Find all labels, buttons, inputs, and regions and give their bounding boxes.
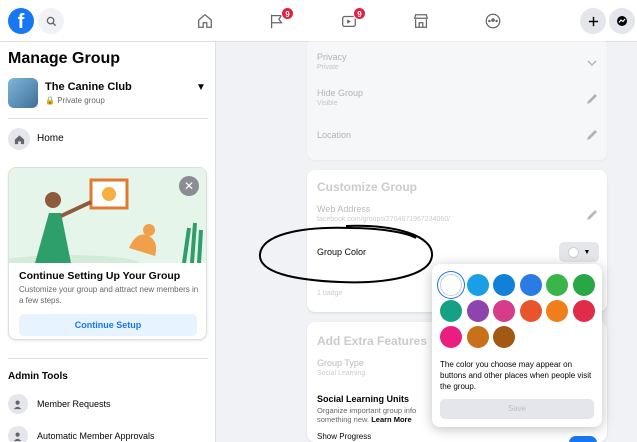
setup-illustration [9, 168, 206, 271]
pencil-icon[interactable] [585, 128, 599, 142]
caret-down-icon: ▼ [583, 248, 591, 256]
create-button[interactable] [580, 8, 606, 34]
hide-group-value: Visible [317, 100, 338, 107]
badges-value: 1 badge [317, 290, 343, 297]
pages-notification-badge: 9 [281, 7, 294, 20]
group-type-label: Group Type [317, 358, 364, 368]
home-icon [14, 134, 24, 144]
facebook-logo[interactable]: f [8, 8, 34, 34]
color-swatch[interactable] [493, 274, 515, 296]
basic-settings-card: Privacy Private Hide Group Visible Locat… [307, 38, 607, 160]
sidebar-item-label: Member Requests [37, 399, 111, 409]
color-swatch[interactable] [440, 326, 462, 348]
continue-setup-button[interactable]: Continue Setup [19, 314, 197, 336]
location-setting[interactable]: Location [317, 130, 351, 140]
watch-nav-tab[interactable]: 9 [338, 7, 366, 32]
location-label: Location [317, 130, 352, 140]
sidebar-item-home[interactable]: Home [37, 133, 64, 144]
social-learning-desc2: something new. [317, 415, 370, 424]
group-name[interactable]: The Canine Club [45, 81, 132, 93]
color-swatch[interactable] [572, 300, 595, 322]
marketplace-nav-tab[interactable] [410, 10, 432, 32]
divider [8, 118, 208, 119]
color-picker-popup: The color you choose may appear on butto… [432, 264, 602, 427]
setup-card-title: Continue Setting Up Your Group [19, 270, 181, 282]
plus-icon [588, 16, 598, 26]
social-learning-description: Organize important group info [317, 406, 417, 415]
privacy-setting[interactable]: Privacy Private [317, 52, 347, 71]
home-icon [198, 13, 212, 28]
lock-icon: 🔒 [45, 96, 58, 105]
divider [8, 358, 208, 359]
social-learning-description-2: something new. Learn More [317, 415, 416, 424]
manage-group-sidebar: Manage Group The Canine Club 🔒 Private g… [0, 42, 216, 442]
show-progress-toggle[interactable] [569, 436, 597, 442]
color-swatch[interactable] [519, 274, 542, 296]
extra-features-title: Add Extra Features [317, 334, 428, 348]
group-type-setting[interactable]: Group Type Social Learning [317, 358, 365, 377]
group-type-value: Social Learning [317, 370, 366, 377]
search-button[interactable] [38, 8, 64, 34]
sidebar-title: Manage Group [8, 50, 121, 67]
sidebar-item-home-icon[interactable] [8, 128, 30, 150]
web-address-value: facebook.com/groups/2704671967234060/ [317, 216, 451, 223]
pencil-icon[interactable] [585, 92, 599, 106]
color-swatch[interactable] [493, 300, 515, 322]
selected-color-swatch [567, 246, 579, 258]
search-icon [46, 16, 56, 26]
color-swatch[interactable] [440, 274, 462, 296]
sidebar-item-member-requests[interactable]: Member Requests [8, 394, 111, 414]
pencil-icon[interactable] [585, 208, 599, 222]
group-color-dropdown[interactable]: ▼ [559, 242, 599, 262]
color-swatch[interactable] [440, 300, 462, 322]
close-icon[interactable]: ✕ [179, 176, 199, 196]
color-swatch[interactable] [519, 300, 542, 322]
groups-nav-tab[interactable] [482, 10, 504, 32]
privacy-label: Privacy [317, 52, 347, 62]
home-nav-tab[interactable] [194, 10, 216, 32]
color-swatch[interactable] [466, 300, 489, 322]
customize-group-title: Customize Group [317, 180, 418, 194]
group-color-setting: Group Color [317, 247, 366, 257]
groups-icon [485, 13, 501, 29]
web-address-label: Web Address [317, 204, 371, 214]
shop-icon [413, 14, 429, 28]
messenger-icon [617, 16, 627, 26]
person-check-icon [8, 426, 28, 442]
color-picker-note: The color you choose may appear on butto… [440, 360, 592, 391]
web-address-setting[interactable]: Web Address facebook.com/groups/27046719… [317, 204, 450, 223]
sidebar-item-automatic-member-approvals[interactable]: Automatic Member Approvals [8, 426, 155, 442]
color-swatch[interactable] [546, 274, 568, 296]
chevron-down-icon[interactable] [585, 56, 599, 70]
pages-nav-tab[interactable]: 9 [266, 7, 294, 32]
color-swatch[interactable] [493, 326, 515, 348]
show-progress-label: Show Progress [317, 432, 372, 441]
watch-notification-badge: 9 [353, 7, 366, 20]
messenger-button[interactable] [609, 8, 635, 34]
color-swatch[interactable] [466, 326, 489, 348]
save-button[interactable]: Save [440, 399, 594, 419]
social-learning-title: Social Learning Units [317, 394, 410, 404]
social-learning-setting: Social Learning Units Organize important… [317, 394, 416, 424]
admin-tools-heading: Admin Tools [8, 371, 68, 382]
color-swatch[interactable] [546, 300, 568, 322]
color-swatch[interactable] [572, 274, 595, 296]
setup-card: ✕ Continue Setting Up Your Group Customi… [8, 167, 207, 340]
setup-card-description: Customize your group and attract new mem… [19, 285, 199, 305]
hide-group-setting[interactable]: Hide Group Visible [317, 88, 363, 107]
group-avatar[interactable] [8, 78, 38, 108]
sidebar-item-label: Automatic Member Approvals [37, 431, 155, 441]
group-privacy: 🔒 Private group [45, 96, 105, 105]
group-switcher-caret-icon[interactable]: ▼ [196, 82, 206, 93]
learn-more-link[interactable]: Learn More [371, 415, 411, 424]
group-color-label: Group Color [317, 247, 367, 257]
group-privacy-label: Private group [57, 96, 105, 105]
color-swatch[interactable] [466, 274, 489, 296]
badges-setting[interactable]: 1 badge [317, 288, 342, 297]
hide-group-label: Hide Group [317, 88, 364, 98]
top-navigation-bar: f 9 9 [0, 0, 637, 42]
person-add-icon [8, 394, 28, 414]
privacy-value: Private [317, 64, 339, 71]
group-setup-illustration [9, 168, 206, 271]
